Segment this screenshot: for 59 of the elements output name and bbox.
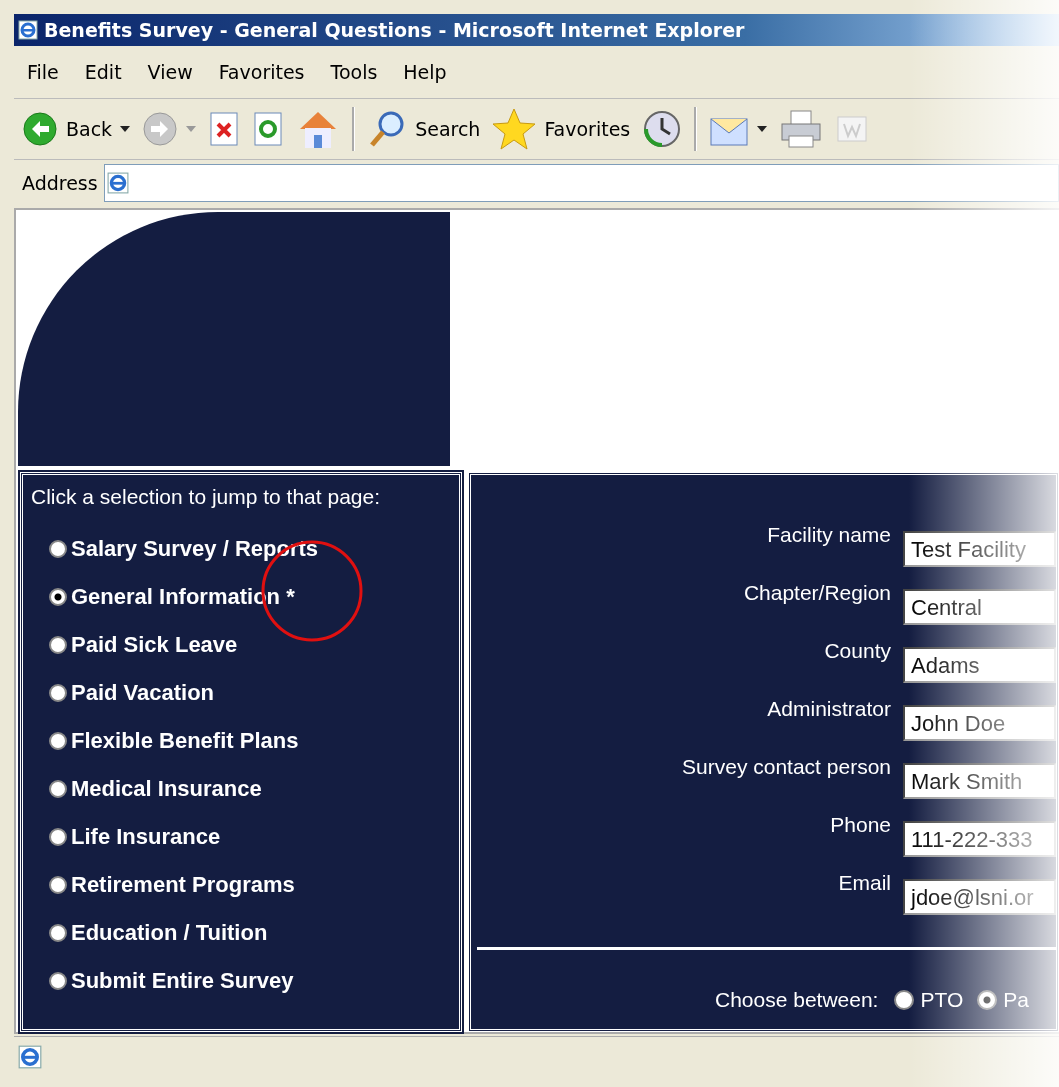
page-icon [106,172,129,194]
radio-button[interactable] [49,732,67,750]
address-label: Address [22,172,98,194]
navigation-link[interactable]: Paid Sick Leave [71,634,238,656]
navigation-link[interactable]: Education / Tuition [71,922,268,944]
input-field[interactable]: Adams [903,647,1056,683]
field-label: Email [837,871,891,895]
menu-item[interactable]: File [14,61,72,83]
input-field[interactable]: John Doe [903,705,1056,741]
address-field[interactable] [103,164,1059,202]
page-icon [18,1045,42,1069]
search-button[interactable]: Search [367,109,481,149]
caret-icon[interactable] [120,126,131,132]
radio-button[interactable] [49,540,67,558]
radio-button[interactable] [49,924,67,942]
radio-button[interactable] [894,990,915,1010]
browser-logo-icon [18,20,38,40]
navigation-link[interactable]: Retirement Programs [71,874,295,896]
input-field[interactable]: 111-222-333 [903,821,1056,857]
menu-item[interactable]: Favorites [205,61,318,83]
navigation-prompt: Click a selection to jump to that page: [31,485,382,509]
radio-button[interactable] [49,636,67,654]
history-icon[interactable] [642,109,683,149]
field-label: Phone [829,813,891,837]
back-button[interactable]: Back [22,111,113,147]
radio-button[interactable] [49,684,67,702]
navigation-link[interactable]: Medical Insurance [71,778,262,800]
navigation-link[interactable]: Life Insurance [71,826,221,848]
choice-label: Choose between: [715,988,879,1012]
radio-button[interactable] [49,780,67,798]
field-label: Survey contact person [681,755,891,779]
radio-button[interactable] [977,990,998,1010]
input-field[interactable]: Mark Smith [903,763,1056,799]
radio-button[interactable] [49,828,67,846]
navigation-link[interactable]: Flexible Benefit Plans [71,730,299,752]
input-field[interactable]: Test Facility [903,531,1056,567]
option-label[interactable]: PTO [920,988,964,1012]
field-label: Chapter/Region [742,581,891,605]
star-icon [492,107,537,151]
navigation-link[interactable]: Paid Vacation [71,682,215,704]
favorites-button[interactable]: Favorites [492,107,631,151]
input-field[interactable]: jdoe@lsni.or [903,879,1056,915]
input-field[interactable]: Central [903,589,1056,625]
window-title: Benefits Survey - General Questions - Microsoft Internet Explorer [44,19,745,41]
stop-icon[interactable] [208,111,241,147]
printer-icon[interactable] [779,109,824,149]
radio-button[interactable] [49,876,67,894]
field-label: County [823,639,891,663]
field-label: Facility name [766,523,891,547]
navigation-link[interactable]: Submit Entire Survey [71,970,294,992]
radio-button[interactable] [49,588,67,606]
menu-item[interactable]: View [134,61,206,83]
menu-item[interactable]: Tools [317,61,391,83]
caret-icon[interactable] [757,126,768,132]
menu-item[interactable]: Edit [71,61,135,83]
menu-item[interactable]: Help [390,61,460,83]
field-label: Administrator [766,697,891,721]
refresh-icon[interactable] [252,111,285,147]
radio-button[interactable] [49,972,67,990]
